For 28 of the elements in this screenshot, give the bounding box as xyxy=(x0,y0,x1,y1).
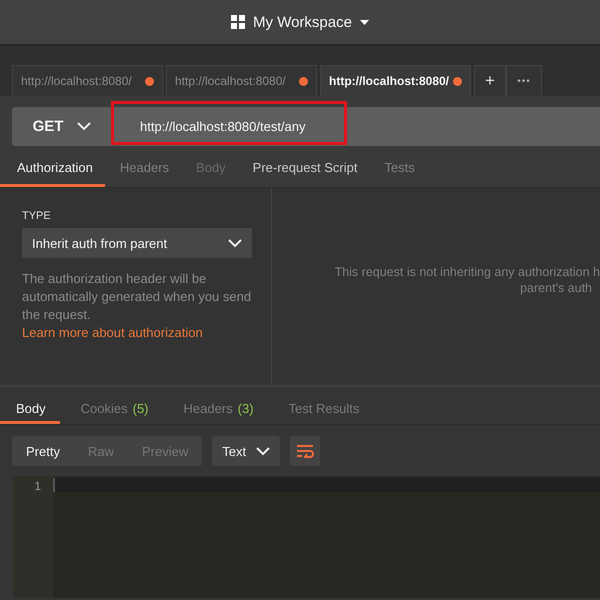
request-tab[interactable]: http://localhost:8080/ xyxy=(320,65,471,96)
inherit-message: This request is not inheriting any authorization h xyxy=(334,265,600,279)
new-tab-button[interactable]: + xyxy=(474,65,506,96)
response-tab[interactable]: Headers (3) xyxy=(168,391,268,424)
request-tab[interactable]: http://localhost:8080/ xyxy=(166,65,317,96)
caret-icon xyxy=(360,20,369,24)
wrap-lines-button[interactable] xyxy=(290,436,320,466)
format-dropdown[interactable]: Text xyxy=(212,436,280,466)
request-tab[interactable]: http://localhost:8080/ xyxy=(12,65,163,96)
chevron-down-icon xyxy=(256,446,270,456)
grid-icon xyxy=(231,15,246,29)
wrap-lines-icon xyxy=(296,444,314,458)
learn-more-link[interactable]: Learn more about authorization xyxy=(22,325,203,340)
type-label: TYPE xyxy=(22,210,52,222)
response-tab[interactable]: Body xyxy=(0,391,60,424)
auth-type-dropdown[interactable]: Inherit auth from parent xyxy=(22,228,252,258)
method-dropdown[interactable]: GET xyxy=(12,107,112,146)
chevron-down-icon xyxy=(228,238,242,248)
inherit-message: parent's auth xyxy=(520,281,592,295)
response-tab[interactable]: Cookies (5) xyxy=(64,391,162,424)
tab[interactable]: Pre-request Script xyxy=(240,152,370,187)
chevron-down-icon xyxy=(77,122,92,131)
more-button[interactable]: ••• xyxy=(506,65,542,96)
url-field[interactable]: http://localhost:8080/test/any xyxy=(112,107,600,146)
workspace-button[interactable]: My Workspace xyxy=(227,10,373,34)
auth-description: The authorization header will be automatically generated when you send the request. Learn more about authorization xyxy=(22,270,252,342)
line-number: 1 xyxy=(33,479,41,493)
view-mode-option[interactable]: Pretty xyxy=(12,436,74,466)
